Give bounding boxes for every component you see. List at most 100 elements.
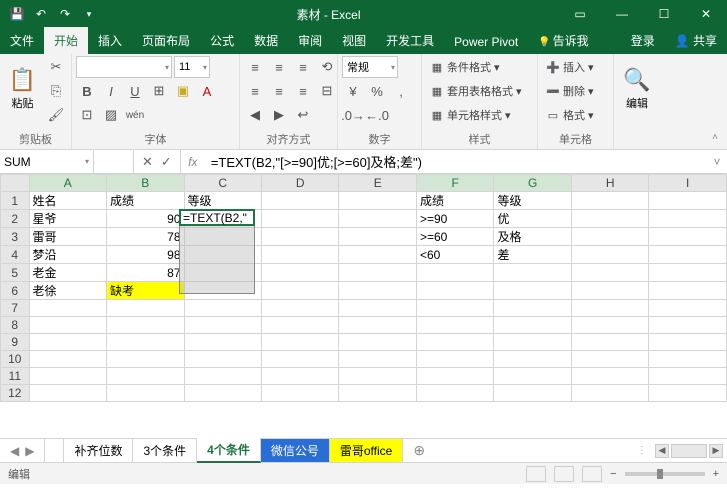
tab-home[interactable]: 开始 (44, 27, 88, 54)
italic-button[interactable]: I (100, 80, 122, 102)
cell[interactable] (571, 282, 648, 300)
cell[interactable] (416, 282, 493, 300)
name-box[interactable]: SUM (0, 150, 94, 173)
cell[interactable] (262, 282, 339, 300)
font-name-combo[interactable] (76, 56, 172, 78)
fill-color-button[interactable]: ▣ (172, 80, 194, 102)
fx-icon[interactable]: fx (181, 150, 205, 173)
insert-cells-button[interactable]: ➕插入 ▾ (542, 56, 598, 78)
qat-more-icon[interactable]: ▾ (80, 5, 98, 23)
cell[interactable]: 及格 (494, 228, 571, 246)
border-button[interactable]: ⊞ (148, 80, 170, 102)
redo-icon[interactable]: ↷ (56, 5, 74, 23)
cell[interactable] (339, 317, 416, 334)
cell[interactable] (649, 351, 727, 368)
indent-inc-button[interactable]: ▶ (268, 104, 290, 126)
cell[interactable] (649, 334, 727, 351)
comma-button[interactable]: , (390, 80, 412, 102)
cell[interactable] (262, 210, 339, 228)
minimize-icon[interactable]: — (601, 0, 643, 28)
col-header[interactable]: E (339, 175, 416, 192)
cell[interactable] (416, 317, 493, 334)
cell[interactable]: 90 (107, 210, 184, 228)
cell[interactable] (649, 317, 727, 334)
align-left-button[interactable]: ≡ (244, 80, 266, 102)
tab-developer[interactable]: 开发工具 (376, 27, 444, 54)
cell[interactable] (494, 334, 571, 351)
hscroll-left-icon[interactable]: ◀ (655, 444, 669, 458)
align-center-button[interactable]: ≡ (268, 80, 290, 102)
row-header[interactable]: 11 (1, 368, 30, 385)
view-normal-button[interactable] (526, 466, 546, 482)
cell[interactable] (107, 317, 184, 334)
zoom-out-button[interactable]: − (610, 468, 616, 480)
cell[interactable] (339, 351, 416, 368)
row-header[interactable]: 3 (1, 228, 30, 246)
tab-review[interactable]: 审阅 (288, 27, 332, 54)
undo-icon[interactable]: ↶ (32, 5, 50, 23)
cell[interactable] (184, 334, 261, 351)
sheet-tab[interactable]: 3个条件 (133, 439, 197, 462)
hscroll-track[interactable] (671, 444, 707, 458)
cell[interactable] (571, 246, 648, 264)
cell[interactable]: 等级 (494, 192, 571, 210)
cell[interactable] (649, 368, 727, 385)
cell[interactable] (107, 334, 184, 351)
cell[interactable] (494, 300, 571, 317)
align-right-button[interactable]: ≡ (292, 80, 314, 102)
close-icon[interactable]: ✕ (685, 0, 727, 28)
cell[interactable] (339, 246, 416, 264)
cell[interactable] (107, 368, 184, 385)
tab-file[interactable]: 文件 (0, 27, 44, 54)
col-header[interactable]: C (184, 175, 261, 192)
cell[interactable] (107, 351, 184, 368)
formula-input[interactable]: =TEXT(B2,"[>=90]优;[>=60]及格;差") (205, 150, 707, 173)
group-label-clipboard[interactable]: 剪贴板 (4, 129, 67, 149)
cell[interactable] (416, 334, 493, 351)
worksheet-grid[interactable]: A B C D E F G H I 1姓名成绩等级成绩等级 2星爷90>=90优… (0, 174, 727, 438)
tellme[interactable]: 告诉我 (528, 27, 598, 54)
cell[interactable] (494, 264, 571, 282)
cell[interactable] (571, 210, 648, 228)
cell[interactable]: 雷哥 (29, 228, 106, 246)
align-bottom-button[interactable]: ≡ (292, 56, 314, 78)
cell[interactable] (29, 334, 106, 351)
sheet-tab[interactable]: 补齐位数 (64, 439, 133, 462)
paste-button[interactable]: 📋 粘贴 (4, 56, 41, 122)
number-format-combo[interactable]: 常规 (342, 56, 398, 78)
cell[interactable] (416, 385, 493, 402)
row-header[interactable]: 7 (1, 300, 30, 317)
col-header[interactable]: F (416, 175, 493, 192)
cell[interactable] (339, 385, 416, 402)
expand-formula-icon[interactable]: ˅ (707, 150, 727, 173)
cell[interactable]: 78 (107, 228, 184, 246)
cell[interactable] (416, 368, 493, 385)
sheet-split[interactable] (44, 439, 64, 462)
cell[interactable] (262, 228, 339, 246)
cell[interactable] (649, 210, 727, 228)
font-size-combo[interactable]: 11 (174, 56, 210, 78)
zoom-slider[interactable] (625, 472, 705, 476)
table-format-button[interactable]: ▦套用表格格式 ▾ (426, 80, 526, 102)
cell[interactable] (494, 368, 571, 385)
cell[interactable]: 星爷 (29, 210, 106, 228)
cell[interactable] (262, 385, 339, 402)
cell[interactable] (262, 368, 339, 385)
wrap-button[interactable]: ↩ (292, 104, 314, 126)
cell[interactable] (184, 317, 261, 334)
cell[interactable] (649, 192, 727, 210)
cell[interactable] (262, 192, 339, 210)
cell[interactable] (649, 228, 727, 246)
cell-styles-button[interactable]: ▦单元格样式 ▾ (426, 104, 515, 126)
cell[interactable] (494, 282, 571, 300)
save-icon[interactable]: 💾 (8, 5, 26, 23)
active-cell[interactable]: =TEXT(B2," (179, 209, 255, 226)
accept-formula-icon[interactable]: ✓ (161, 154, 172, 170)
col-header[interactable]: H (571, 175, 648, 192)
cell[interactable] (571, 385, 648, 402)
editing-button[interactable]: 🔍 编辑 (618, 56, 656, 122)
col-header[interactable]: D (262, 175, 339, 192)
cut-button[interactable]: ✂ (45, 56, 67, 78)
tab-powerpivot[interactable]: Power Pivot (444, 30, 528, 54)
col-header[interactable]: B (107, 175, 184, 192)
